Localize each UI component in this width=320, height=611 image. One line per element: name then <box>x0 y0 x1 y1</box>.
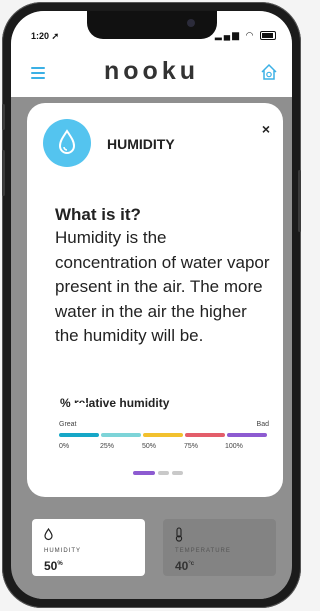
pager-dot-active[interactable] <box>133 471 155 475</box>
clock: 1:20 ➚ <box>31 31 60 41</box>
tile-value: 50% <box>44 559 63 573</box>
scale-segment <box>143 433 183 437</box>
info-popup: HUMIDITY × What is it? Humidity is the c… <box>27 103 283 497</box>
temperature-tile[interactable]: TEMPERATURE 40°c <box>163 519 276 576</box>
thermometer-icon <box>174 527 184 547</box>
scale-segment <box>101 433 141 437</box>
tile-value: 40°c <box>175 559 195 573</box>
humidity-scale-bar <box>59 433 267 437</box>
tile-label: TEMPERATURE <box>175 548 231 554</box>
scale-segment <box>227 433 267 437</box>
scale-segment <box>59 433 99 437</box>
phone-frame: 1:20 ➚ ▂▄▆ ◠ nooku HUMIDITY × What is it… <box>2 2 301 608</box>
question-heading: What is it? <box>55 205 141 224</box>
scale-tick-label: 0% <box>59 443 70 450</box>
volume-up-button <box>2 150 5 196</box>
battery-icon <box>260 31 276 41</box>
tile-label: HUMIDITY <box>44 548 81 554</box>
scale-tick-label: 75% <box>184 443 199 450</box>
pager-dot[interactable] <box>158 471 169 475</box>
bottom-area <box>11 583 292 599</box>
scale-tick-label: 25% <box>100 443 115 450</box>
scale-segment <box>185 433 225 437</box>
scale-high-label: Bad <box>256 421 269 428</box>
home-settings-icon[interactable] <box>260 63 278 86</box>
popup-pointer <box>70 403 88 415</box>
water-drop-icon <box>43 527 54 546</box>
pager-dot[interactable] <box>172 471 183 475</box>
status-bar: 1:20 ➚ ▂▄▆ ◠ <box>11 11 292 49</box>
scale-tick-label: 100% <box>225 443 243 450</box>
brand-logo: nooku <box>104 57 199 85</box>
scale-low-label: Great <box>59 421 77 428</box>
app-header: nooku <box>11 49 292 97</box>
power-button <box>298 170 301 232</box>
scale-tick-label: 50% <box>142 443 157 450</box>
description-text: Humidity is the concentration of water v… <box>55 228 270 345</box>
signal-icon: ▂▄▆ <box>214 30 242 40</box>
popup-title: HUMIDITY <box>107 136 175 152</box>
mute-button <box>2 104 5 130</box>
camera-icon <box>187 19 195 27</box>
system-icons: ▂▄▆ ◠ <box>215 30 276 41</box>
notch <box>87 11 217 39</box>
close-button[interactable]: × <box>262 121 270 137</box>
screen: 1:20 ➚ ▂▄▆ ◠ nooku HUMIDITY × What is it… <box>11 11 292 599</box>
humidity-tile[interactable]: HUMIDITY 50% <box>32 519 145 576</box>
water-drop-icon <box>43 119 91 167</box>
wifi-icon: ◠ <box>245 30 256 40</box>
